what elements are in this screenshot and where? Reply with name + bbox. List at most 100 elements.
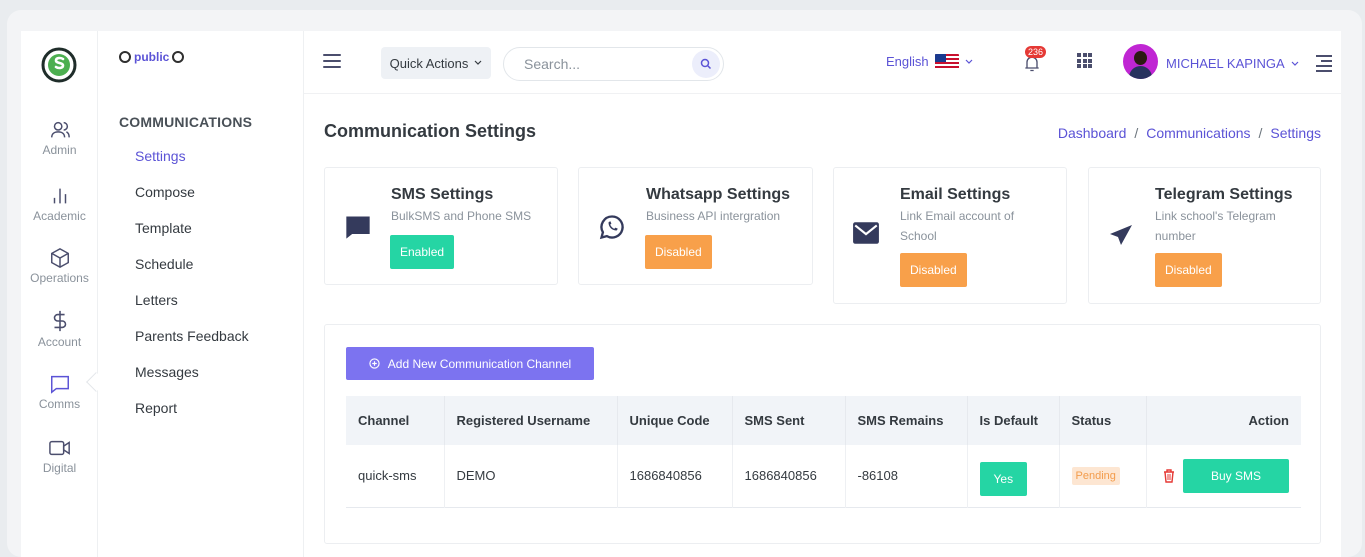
rail-item-account[interactable]: Account	[21, 309, 98, 349]
subnav-item-parents-feedback[interactable]: Parents Feedback	[135, 327, 249, 363]
card-description: BulkSMS and Phone SMS	[391, 209, 532, 223]
top-bar: Quick Actions English 236 MICHAEL KAPING…	[304, 31, 1341, 94]
chevron-down-icon	[965, 59, 973, 64]
channels-table: Channel Registered Username Unique Code …	[346, 396, 1301, 508]
brand-name: public	[134, 50, 170, 64]
subnav-item-report[interactable]: Report	[135, 399, 249, 435]
status-badge: Pending	[1071, 466, 1120, 485]
cell-sms-remains: -86108	[845, 445, 968, 507]
subnav-item-letters[interactable]: Letters	[135, 291, 249, 327]
brand-logo-icon	[172, 51, 185, 63]
buy-sms-button[interactable]: Buy SMS	[1182, 458, 1289, 493]
breadcrumb-settings[interactable]: Settings	[1270, 125, 1321, 141]
rail-label: Comms	[38, 397, 81, 411]
column-header: Unique Code	[617, 396, 733, 445]
right-menu-icon[interactable]	[1316, 55, 1332, 75]
card-description: Link school's Telegram number	[1155, 209, 1276, 243]
brand-logo-icon	[119, 51, 131, 63]
school-brand[interactable]: public	[119, 50, 185, 64]
column-header: Is Default	[967, 396, 1060, 445]
menu-toggle-icon[interactable]	[323, 54, 341, 68]
search-input[interactable]	[524, 56, 674, 72]
sms-status-button[interactable]: Enabled	[390, 235, 455, 269]
rail-item-comms[interactable]: Comms	[21, 373, 98, 411]
rail-item-digital[interactable]: Digital	[21, 437, 98, 475]
whatsapp-settings-card: Whatsapp Settings Business API intergrat…	[578, 167, 813, 285]
column-header: SMS Remains	[845, 396, 968, 445]
message-square-icon	[50, 375, 69, 394]
cell-channel: quick-sms	[346, 445, 445, 507]
subnav-item-settings[interactable]: Settings	[135, 147, 249, 183]
column-header: SMS Sent	[732, 396, 846, 445]
breadcrumb: Dashboard / Communications / Settings	[1058, 125, 1321, 141]
app-logo-icon[interactable]	[41, 47, 77, 83]
video-icon	[48, 440, 70, 456]
app-root: Admin Academic Operations Account Comms …	[21, 31, 1341, 557]
rail-item-academic[interactable]: Academic	[21, 185, 98, 223]
subnav-item-template[interactable]: Template	[135, 219, 249, 255]
rail-label: Admin	[42, 143, 77, 157]
add-channel-button[interactable]: Add New Communication Channel	[346, 347, 594, 380]
search-box	[503, 47, 724, 81]
breadcrumb-dashboard[interactable]: Dashboard	[1058, 125, 1127, 141]
trash-icon[interactable]	[1163, 469, 1175, 483]
language-label: English	[886, 54, 929, 69]
card-description: Business API intergration	[646, 209, 781, 223]
channels-panel: Add New Communication Channel Channel Re…	[324, 324, 1321, 544]
subnav-item-messages[interactable]: Messages	[135, 363, 249, 399]
breadcrumb-communications[interactable]: Communications	[1146, 125, 1250, 141]
quick-actions-dropdown[interactable]: Quick Actions	[381, 47, 491, 79]
subnav-list: Settings Compose Template Schedule Lette…	[135, 147, 249, 435]
subnav-item-compose[interactable]: Compose	[135, 183, 249, 219]
quick-actions-label: Quick Actions	[389, 55, 469, 71]
user-avatar[interactable]	[1123, 44, 1158, 79]
bar-chart-icon	[53, 188, 66, 204]
us-flag-icon	[934, 54, 959, 69]
cell-username: DEMO	[444, 445, 618, 507]
notification-count-badge: 236	[1025, 46, 1047, 58]
envelope-icon	[853, 222, 879, 244]
users-icon	[50, 121, 70, 138]
card-title: Email Settings	[900, 186, 1011, 203]
column-header: Channel	[346, 396, 445, 445]
telegram-settings-card: Telegram Settings Link school's Telegram…	[1088, 167, 1321, 304]
rail-item-operations[interactable]: Operations	[21, 247, 98, 285]
section-title: COMMUNICATIONS	[119, 114, 253, 130]
card-title: Telegram Settings	[1155, 186, 1293, 203]
cell-action: Buy SMS	[1146, 445, 1301, 507]
cell-status: Pending	[1059, 445, 1147, 507]
language-selector[interactable]: English	[886, 54, 973, 69]
rail-label: Operations	[30, 271, 89, 285]
rail-label: Academic	[33, 209, 86, 223]
default-yes-button[interactable]: Yes	[979, 461, 1028, 496]
column-header: Registered Username	[444, 396, 618, 445]
rail-label: Digital	[42, 461, 77, 475]
email-status-button[interactable]: Disabled	[900, 253, 967, 287]
telegram-status-button[interactable]: Disabled	[1155, 253, 1222, 287]
apps-grid-icon[interactable]	[1077, 53, 1092, 68]
table-header-row: Channel Registered Username Unique Code …	[346, 396, 1301, 445]
search-button[interactable]	[692, 50, 720, 78]
sub-navigation: public COMMUNICATIONS Settings Compose T…	[98, 31, 304, 557]
user-menu[interactable]: MICHAEL KAPINGA	[1166, 56, 1299, 71]
column-header: Status	[1059, 396, 1147, 445]
whatsapp-icon	[599, 215, 624, 240]
whatsapp-status-button[interactable]: Disabled	[645, 235, 712, 269]
plus-circle-icon	[369, 358, 380, 369]
cell-sms-sent: 1686840856	[732, 445, 846, 507]
paper-plane-icon	[1110, 225, 1132, 245]
user-name: MICHAEL KAPINGA	[1166, 56, 1285, 71]
add-channel-label: Add New Communication Channel	[387, 356, 572, 371]
breadcrumb-separator: /	[1134, 125, 1139, 141]
cell-unique-code: 1686840856	[617, 445, 733, 507]
rail-item-admin[interactable]: Admin	[21, 119, 98, 157]
box-icon	[50, 247, 69, 269]
dollar-icon	[53, 310, 66, 332]
card-description: Link Email account of School	[900, 209, 1015, 243]
subnav-item-schedule[interactable]: Schedule	[135, 255, 249, 291]
search-icon	[700, 58, 712, 70]
sms-settings-card: SMS Settings BulkSMS and Phone SMS Enabl…	[324, 167, 558, 285]
card-title: Whatsapp Settings	[646, 186, 791, 203]
table-row: quick-sms DEMO 1686840856 1686840856 -86…	[346, 445, 1301, 507]
row-actions: Buy SMS	[1159, 458, 1302, 493]
